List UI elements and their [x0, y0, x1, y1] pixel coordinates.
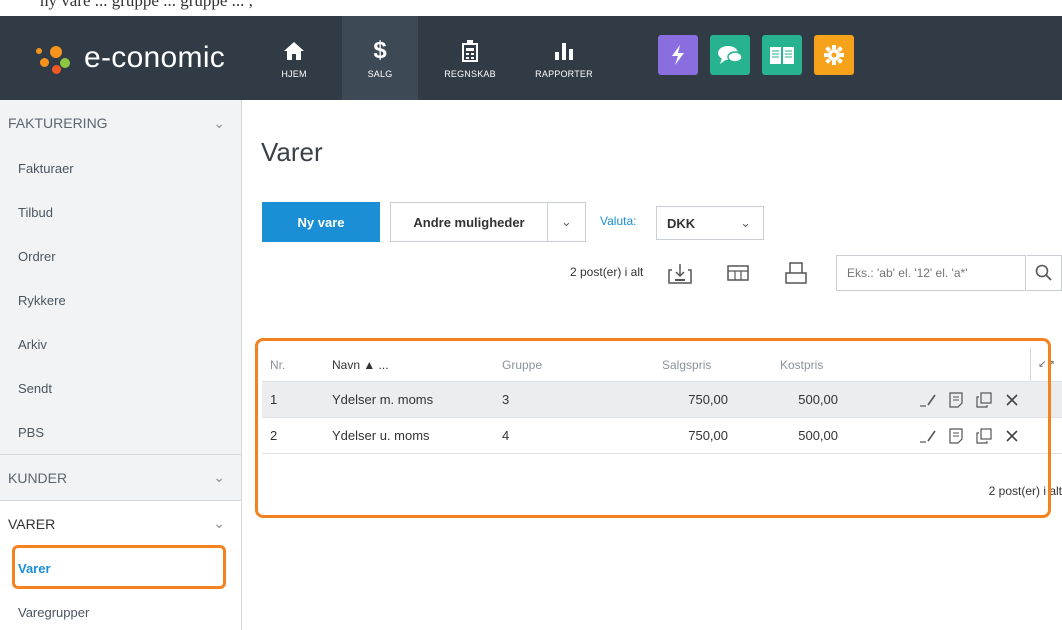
cell-salgspris: 750,00: [688, 428, 728, 443]
cell-kostpris: 500,00: [798, 392, 838, 407]
table-row[interactable]: 2 Ydelser u. moms 4 750,00 500,00: [262, 418, 1062, 454]
sidebar: FAKTURERING ⌄ Fakturaer Tilbud Ordrer Ry…: [0, 100, 242, 630]
lightning-app-button[interactable]: [658, 35, 698, 75]
brand-logo[interactable]: e-conomic: [0, 16, 250, 100]
nav-rapporter[interactable]: RAPPORTER: [522, 16, 606, 100]
sidebar-item-tilbud[interactable]: Tilbud: [0, 190, 241, 234]
edit-icon[interactable]: [916, 389, 940, 411]
search-icon: [1035, 264, 1052, 281]
brand-name: e-conomic: [84, 41, 226, 74]
caption-text: ny vare ... gruppe ... gruppe ... ,: [40, 0, 253, 10]
print-button[interactable]: [778, 256, 814, 290]
sidebar-item-pbs[interactable]: PBS: [0, 410, 241, 454]
nav-salg[interactable]: $ SALG: [342, 16, 418, 100]
delete-icon[interactable]: [1000, 425, 1024, 447]
search-button[interactable]: [1027, 255, 1062, 291]
download-icon: [668, 264, 692, 284]
sidebar-item-sendt[interactable]: Sendt: [0, 366, 241, 410]
section-fakturering[interactable]: FAKTURERING ⌄: [0, 100, 241, 146]
currency-select[interactable]: DKK ⌄: [656, 206, 764, 240]
export-button[interactable]: [662, 256, 698, 290]
chevron-down-icon: ⌄: [740, 215, 751, 230]
cell-kostpris: 500,00: [798, 428, 838, 443]
more-options-button[interactable]: Andre muligheder ⌄: [390, 202, 586, 242]
nav-regnskab-label: REGNSKAB: [444, 69, 496, 79]
currency-label: Valuta:: [600, 214, 637, 228]
book-icon: [770, 47, 794, 64]
section-kunder[interactable]: KUNDER ⌄: [0, 454, 241, 500]
nav-rapporter-label: RAPPORTER: [535, 69, 593, 79]
nav-hjem-label: HJEM: [281, 69, 307, 79]
page-title: Varer: [261, 137, 323, 167]
lightning-icon: [672, 45, 684, 65]
calculator-icon: [462, 37, 478, 65]
col-nr-header[interactable]: Nr.: [270, 348, 285, 381]
chevron-down-icon[interactable]: ⌄: [547, 203, 585, 241]
table-record-count: 2 post(er) i alt: [988, 484, 1062, 498]
chevron-down-icon: ⌄: [213, 515, 225, 531]
book-app-button[interactable]: [762, 35, 802, 75]
chevron-down-icon: ⌄: [213, 114, 225, 131]
delete-icon[interactable]: [1000, 389, 1024, 411]
edit-icon[interactable]: [916, 425, 940, 447]
cell-nr: 2: [270, 428, 278, 443]
dollar-icon: $: [373, 37, 387, 64]
items-table: Nr. Navn ▲ ... Gruppe Salgspris Kostpris…: [262, 348, 1062, 518]
table-grid-icon: [727, 265, 749, 281]
cell-navn: Ydelser m. moms: [332, 392, 434, 407]
section-varer[interactable]: VARER ⌄: [0, 500, 241, 546]
search-input[interactable]: [836, 255, 1026, 291]
bar-chart-icon: [553, 37, 575, 65]
expand-icon[interactable]: ↙↗: [1030, 348, 1062, 381]
cell-gruppe: 4: [502, 428, 510, 443]
top-bar: e-conomic HJEM $ SALG REGNSKAB RAPPORTER: [0, 16, 1062, 100]
app-shortcuts: [658, 35, 866, 75]
cell-gruppe: 3: [502, 392, 510, 407]
nav-hjem[interactable]: HJEM: [256, 16, 332, 100]
nav-salg-label: SALG: [367, 69, 393, 79]
row-actions: [916, 382, 1028, 417]
copy-icon[interactable]: [972, 425, 996, 447]
cell-salgspris: 750,00: [688, 392, 728, 407]
cell-navn: Ydelser u. moms: [332, 428, 430, 443]
table-footer: 2 post(er) i alt: [262, 454, 1062, 518]
sidebar-item-ordrer[interactable]: Ordrer: [0, 234, 241, 278]
row-actions: [916, 418, 1028, 453]
sidebar-item-rykkere[interactable]: Rykkere: [0, 278, 241, 322]
section-kunder-title: KUNDER: [8, 469, 68, 486]
cell-nr: 1: [270, 392, 278, 407]
logo-mark-icon: [34, 38, 78, 78]
chevron-down-icon: ⌄: [213, 469, 225, 485]
col-gruppe-header[interactable]: Gruppe: [502, 348, 542, 381]
sidebar-item-arkiv[interactable]: Arkiv: [0, 322, 241, 366]
copy-icon[interactable]: [972, 389, 996, 411]
section-varer-title: VARER: [8, 515, 56, 532]
record-count: 2 post(er) i alt: [570, 265, 644, 279]
caption-strip: ny vare ... gruppe ... gruppe ... ,: [0, 0, 1062, 16]
new-item-button[interactable]: Ny vare: [262, 202, 380, 242]
document-icon[interactable]: [944, 389, 968, 411]
document-icon[interactable]: [944, 425, 968, 447]
home-icon: [283, 37, 305, 65]
gear-icon: [824, 45, 844, 65]
main-nav: HJEM $ SALG REGNSKAB RAPPORTER: [256, 16, 616, 100]
print-icon: [785, 262, 807, 284]
table-row[interactable]: 1 Ydelser m. moms 3 750,00 500,00: [262, 382, 1062, 418]
col-kostpris-header[interactable]: Kostpris: [780, 348, 850, 381]
columns-button[interactable]: [720, 256, 756, 290]
col-salgspris-header[interactable]: Salgspris: [662, 348, 748, 381]
nav-regnskab[interactable]: REGNSKAB: [428, 16, 512, 100]
sidebar-item-fakturaer[interactable]: Fakturaer: [0, 146, 241, 190]
section-fakturering-title: FAKTURERING: [8, 115, 108, 131]
sidebar-item-varegrupper[interactable]: Varegrupper: [0, 590, 241, 630]
currency-value: DKK: [667, 215, 696, 231]
chat-app-button[interactable]: [710, 35, 750, 75]
table-header: Nr. Navn ▲ ... Gruppe Salgspris Kostpris…: [262, 348, 1062, 382]
settings-app-button[interactable]: [814, 35, 854, 75]
chat-icon: [718, 46, 743, 64]
app-root: ny vare ... gruppe ... gruppe ... , e-co…: [0, 0, 1062, 630]
more-options-label: Andre muligheder: [413, 214, 525, 230]
col-navn-header[interactable]: Navn ▲ ...: [332, 348, 389, 381]
sidebar-item-varer[interactable]: Varer: [0, 546, 241, 590]
